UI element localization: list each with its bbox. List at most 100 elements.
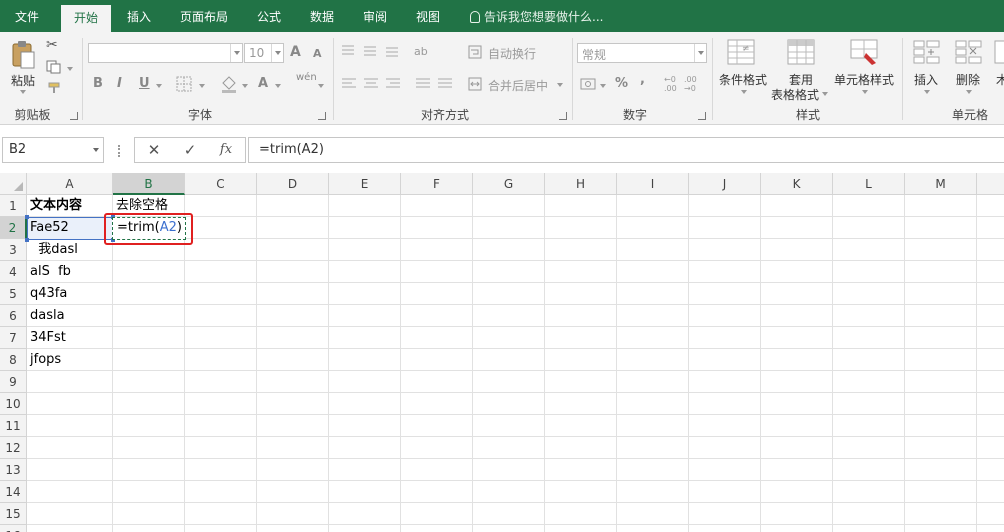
formula-bar-grip[interactable]	[118, 145, 122, 157]
cell-a3[interactable]: 我dasl	[27, 239, 78, 261]
copy-icon[interactable]	[46, 60, 62, 74]
format-as-table-dropdown-icon[interactable]	[822, 92, 828, 96]
cell-a6[interactable]: dasla	[27, 305, 65, 327]
phonetic-dropdown-icon[interactable]	[318, 84, 324, 88]
row-header-12[interactable]: 12	[0, 437, 27, 459]
column-header-c[interactable]: C	[185, 173, 257, 195]
cell-a8[interactable]: jfops	[27, 349, 61, 371]
column-header-e[interactable]: E	[329, 173, 401, 195]
row-header-6[interactable]: 6	[0, 305, 27, 327]
format-as-table-label-2[interactable]: 表格格式	[771, 86, 819, 103]
paste-icon[interactable]	[10, 40, 36, 70]
tab-formulas[interactable]: 公式	[244, 0, 294, 32]
name-box-dropdown-icon[interactable]	[93, 148, 99, 152]
conditional-format-dropdown-icon[interactable]	[741, 90, 747, 94]
clipboard-launcher-icon[interactable]	[70, 112, 78, 120]
row-header-13[interactable]: 13	[0, 459, 27, 481]
cancel-icon[interactable]: ✕	[141, 138, 167, 162]
delete-cells-button[interactable]: 删除	[956, 71, 980, 88]
row-header-16[interactable]: 16	[0, 525, 27, 532]
format-cells-icon[interactable]	[994, 39, 1004, 65]
column-header-g[interactable]: G	[473, 173, 545, 195]
row-header-4[interactable]: 4	[0, 261, 27, 283]
row-header-9[interactable]: 9	[0, 371, 27, 393]
italic-button[interactable]: I	[117, 76, 122, 91]
cut-icon[interactable]: ✂	[46, 37, 58, 53]
font-name-select[interactable]	[88, 43, 243, 63]
row-header-3[interactable]: 3	[0, 239, 27, 261]
tab-page-layout[interactable]: 页面布局	[168, 0, 240, 32]
cell-a2[interactable]: Fae52	[27, 217, 69, 239]
conditional-format-icon[interactable]: ≠	[727, 39, 755, 65]
tell-me-search[interactable]: 告诉我您想要做什么...	[470, 0, 603, 32]
underline-dropdown-icon[interactable]	[156, 84, 162, 88]
grow-font-icon[interactable]: A	[290, 44, 301, 60]
name-box[interactable]: B2	[2, 137, 104, 163]
currency-icon[interactable]	[580, 76, 602, 92]
tab-view[interactable]: 视图	[403, 0, 453, 32]
row-header-5[interactable]: 5	[0, 283, 27, 305]
insert-function-icon[interactable]: fx	[213, 138, 239, 162]
decimal-buttons[interactable]: ←0.00 .00 →0	[664, 75, 704, 93]
border-dropdown-icon[interactable]	[199, 84, 205, 88]
formula-input[interactable]: =trim(A2)	[248, 137, 1004, 163]
decrease-decimal-icon[interactable]: .00 →0	[684, 75, 697, 93]
column-header-h[interactable]: H	[545, 173, 617, 195]
format-painter-icon[interactable]	[48, 82, 62, 94]
format-cells-partial-label[interactable]: 木	[996, 71, 1004, 88]
fill-color-dropdown-icon[interactable]	[242, 84, 248, 88]
number-launcher-icon[interactable]	[698, 112, 706, 120]
row-header-1[interactable]: 1	[0, 195, 27, 217]
column-header-j[interactable]: J	[689, 173, 761, 195]
tab-file[interactable]: 文件	[0, 0, 54, 32]
font-launcher-icon[interactable]	[318, 112, 326, 120]
row-header-11[interactable]: 11	[0, 415, 27, 437]
cell-styles-dropdown-icon[interactable]	[862, 90, 868, 94]
font-color-icon[interactable]: A	[258, 76, 268, 91]
tab-insert[interactable]: 插入	[114, 0, 164, 32]
border-icon[interactable]	[176, 76, 192, 92]
format-as-table-icon[interactable]	[787, 39, 815, 65]
row-header-14[interactable]: 14	[0, 481, 27, 503]
merge-center-button[interactable]: 合并后居中	[488, 77, 548, 94]
bold-button[interactable]: B	[93, 76, 103, 91]
shrink-font-icon[interactable]: A	[313, 47, 322, 60]
enter-icon[interactable]: ✓	[177, 138, 203, 162]
cell-styles-icon[interactable]	[850, 39, 878, 65]
font-color-dropdown-icon[interactable]	[275, 84, 281, 88]
row-header-10[interactable]: 10	[0, 393, 27, 415]
delete-cells-dropdown-icon[interactable]	[966, 90, 972, 94]
column-header-l[interactable]: L	[833, 173, 905, 195]
column-header-k[interactable]: K	[761, 173, 833, 195]
delete-cells-icon[interactable]	[955, 39, 983, 65]
alignment-launcher-icon[interactable]	[559, 112, 567, 120]
column-header-b[interactable]: B	[113, 173, 185, 195]
tab-data[interactable]: 数据	[297, 0, 347, 32]
increase-decimal-icon[interactable]: ←0.00	[664, 75, 677, 93]
insert-cells-dropdown-icon[interactable]	[924, 90, 930, 94]
vertical-align-icons[interactable]: ab	[342, 44, 432, 58]
paste-dropdown-icon[interactable]	[20, 90, 26, 94]
column-header-d[interactable]: D	[257, 173, 329, 195]
font-size-select[interactable]: 10	[244, 43, 284, 63]
cell-a4[interactable]: alS fb	[27, 261, 71, 283]
conditional-format-button[interactable]: 条件格式	[719, 71, 767, 88]
cell-a5[interactable]: q43fa	[27, 283, 67, 305]
copy-dropdown-icon[interactable]	[67, 67, 73, 71]
row-header-15[interactable]: 15	[0, 503, 27, 525]
insert-cells-icon[interactable]	[913, 39, 941, 65]
row-header-7[interactable]: 7	[0, 327, 27, 349]
percent-button[interactable]: %	[615, 76, 628, 91]
number-format-select[interactable]: 常规	[577, 43, 707, 63]
underline-button[interactable]: U	[139, 76, 150, 91]
worksheet-grid[interactable]: A B C D E F G H I J K L M 1 2 3 4 5 6 7 …	[0, 173, 1004, 532]
column-header-m[interactable]: M	[905, 173, 977, 195]
comma-button[interactable]: ,	[640, 72, 645, 87]
column-header-a[interactable]: A	[27, 173, 113, 195]
cell-a7[interactable]: 34Fst	[27, 327, 66, 349]
column-header-f[interactable]: F	[401, 173, 473, 195]
horizontal-align-icons[interactable]	[342, 77, 452, 91]
cell-a1[interactable]: 文本内容	[27, 195, 82, 217]
merge-center-icon[interactable]	[468, 77, 482, 91]
select-all-corner[interactable]	[0, 173, 27, 195]
